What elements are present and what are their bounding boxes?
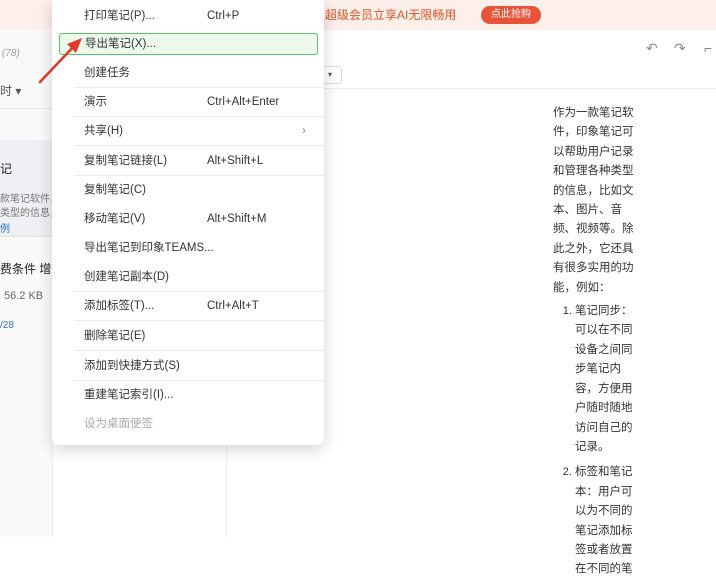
undo-icon[interactable]: ↶ — [646, 40, 658, 57]
menu-item-label: 演示 — [84, 96, 107, 108]
menu-item-move-note[interactable]: 移动笔记(V) Alt+Shift+M — [59, 208, 316, 230]
menu-item-label: 复制笔记(C) — [84, 184, 146, 196]
menu-item-export-teams[interactable]: 导出笔记到印象TEAMS... — [59, 237, 316, 259]
menu-item-label: 打印笔记(P)... — [84, 10, 155, 22]
menu-separator — [74, 145, 324, 146]
list-divider — [0, 108, 52, 109]
redo-icon[interactable]: ↷ — [674, 40, 686, 57]
menu-item-duplicate[interactable]: 创建笔记副本(D) — [59, 266, 316, 288]
menu-item-label: 添加到快捷方式(S) — [84, 360, 180, 372]
note-card-size: 56.2 KB — [4, 290, 44, 302]
menu-separator — [74, 175, 324, 176]
menu-item-print[interactable]: 打印笔记(P)... Ctrl+P — [59, 5, 316, 27]
note-card-title: 费条件 增 — [0, 262, 52, 276]
menu-separator — [74, 380, 324, 381]
more-icon[interactable]: ⌐ — [704, 40, 712, 56]
note-paragraph: 作为一款笔记软件，印象笔记可以帮助用户记录和管理各种类型的信息，比如文本、图片、… — [553, 107, 634, 294]
chevron-right-icon: › — [302, 125, 306, 137]
note-card-title: 记 — [0, 162, 13, 176]
menu-item-label: 导出笔记(X)... — [85, 38, 156, 50]
menu-separator — [74, 320, 324, 321]
menu-item-rebuild-index[interactable]: 重建笔记索引(I)... — [59, 384, 316, 406]
menu-item-label: 复制笔记链接(L) — [84, 155, 168, 167]
note-context-menu: 打印笔记(P)... Ctrl+P 导出笔记(X)... 创建任务 演示 Ctr… — [52, 0, 324, 445]
note-body[interactable]: 作为一款笔记软件，印象笔记可以帮助用户记录和管理各种类型的信息，比如文本、图片、… — [553, 104, 643, 586]
menu-item-label: 创建笔记副本(D) — [84, 271, 169, 283]
menu-item-shortcut: Alt+Shift+M — [207, 213, 267, 225]
note-list: 笔记同步：可以在不同设备之间同步笔记内容，方便用户随时随地访问自己的记录。 标签… — [553, 302, 643, 580]
menu-separator — [74, 350, 324, 351]
menu-item-label: 删除笔记(E) — [84, 330, 146, 342]
menu-separator — [74, 116, 324, 117]
menu-item-export[interactable]: 导出笔记(X)... — [59, 33, 318, 55]
menu-item-copy-note[interactable]: 复制笔记(C) — [59, 179, 316, 201]
menu-item-copy-link[interactable]: 复制笔记链接(L) Alt+Shift+L — [59, 150, 316, 172]
menu-item-label: 重建笔记索引(I)... — [84, 389, 174, 401]
note-list-item: 笔记同步：可以在不同设备之间同步笔记内容，方便用户随时随地访问自己的记录。 — [575, 302, 643, 457]
menu-item-shortcut: Ctrl+Alt+Enter — [207, 96, 280, 108]
menu-separator — [74, 291, 324, 292]
menu-item-desktop-sticky: 设为桌面便签 — [59, 413, 316, 435]
menu-item-label: 移动笔记(V) — [84, 213, 146, 225]
note-list-panel: (78) 时 ▾ 记 款笔记软件， 类型的信息， 例 费条件 增 56.2 KB… — [0, 30, 60, 537]
menu-item-label: 设为桌面便签 — [84, 418, 153, 430]
note-card-date: /28 — [0, 320, 14, 331]
menu-item-add-tag[interactable]: 添加标签(T)... Ctrl+Alt+T — [59, 295, 316, 317]
annotation-arrow-icon — [38, 38, 82, 84]
note-card-snippet: 例 — [0, 224, 10, 235]
note-card[interactable]: 费条件 增 56.2 KB /28 — [0, 250, 52, 360]
menu-item-add-shortcut[interactable]: 添加到快捷方式(S) — [59, 355, 316, 377]
menu-item-create-task[interactable]: 创建任务 — [59, 62, 316, 84]
menu-item-label: 共享(H) — [84, 125, 123, 137]
promo-text: ，超级会员立享AI无限畅用 — [313, 8, 457, 22]
menu-item-shortcut: Ctrl+P — [207, 10, 240, 22]
menu-separator — [74, 87, 324, 88]
sort-dropdown[interactable]: 时 ▾ — [0, 82, 21, 99]
note-card-snippet: 类型的信息， — [0, 208, 60, 219]
menu-item-present[interactable]: 演示 Ctrl+Alt+Enter — [59, 91, 316, 113]
note-list-item: 标签和笔记本：用户可以为不同的笔记添加标签或者放置在不同的笔 — [575, 463, 643, 579]
note-count: (78) — [2, 48, 20, 59]
promo-buy-button[interactable]: 点此抢购 — [481, 6, 541, 24]
menu-item-label: 添加标签(T)... — [84, 300, 155, 312]
note-card-snippet: 款笔记软件， — [0, 194, 60, 205]
menu-item-label: 导出笔记到印象TEAMS... — [84, 242, 214, 254]
menu-item-label: 创建任务 — [84, 67, 130, 79]
menu-item-shortcut: Ctrl+Alt+T — [207, 300, 259, 312]
menu-item-share[interactable]: 共享(H) › — [59, 120, 316, 142]
note-card-selected[interactable]: 记 款笔记软件， 类型的信息， 例 — [0, 140, 60, 237]
menu-item-shortcut: Alt+Shift+L — [207, 155, 264, 167]
menu-item-delete[interactable]: 删除笔记(E) — [59, 325, 316, 347]
